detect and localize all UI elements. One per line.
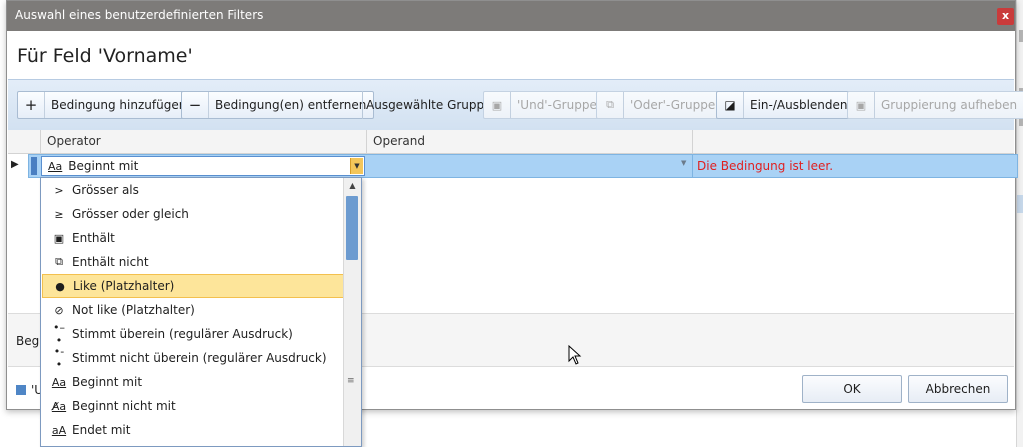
operand-dropdown-icon[interactable]: ▼ <box>681 159 686 167</box>
toolbar: + Bedingung hinzufügen − Bedingung(en) e… <box>8 79 1023 131</box>
column-header-operand[interactable]: Operand <box>366 130 692 153</box>
selected-group-label: Ausgewählte Gruppe: <box>366 98 496 112</box>
chevron-down-icon[interactable]: ▼ <box>350 158 363 174</box>
ends-with-icon: aA <box>51 423 67 437</box>
grid-header: Operator Operand <box>8 130 1014 154</box>
not-contains-icon: ⧉ <box>55 255 63 268</box>
add-condition-label: Bedingung hinzufügen <box>51 98 187 112</box>
dropdown-item-label: Enthält nicht <box>72 255 149 269</box>
column-header-status <box>692 130 1014 153</box>
dropdown-item-label: Grösser als <box>72 183 139 197</box>
ok-button[interactable]: OK <box>802 375 902 403</box>
dropdown-item-not-contains[interactable]: ⧉ Enthält nicht <box>42 250 344 274</box>
not-begins-with-icon: A̸a <box>51 399 67 413</box>
dropdown-item-ends-with[interactable]: aA Endet mit <box>42 418 344 442</box>
row-handle[interactable] <box>31 157 37 175</box>
or-group-icon: ⧉ <box>597 92 624 118</box>
close-button[interactable]: x <box>997 8 1014 25</box>
dropdown-item-like[interactable]: ● Like (Platzhalter) <box>42 274 344 298</box>
dropdown-item-greater-than[interactable]: > Grösser als <box>42 178 344 202</box>
remove-condition-button[interactable]: − Bedingung(en) entfernen <box>181 91 375 119</box>
toolbar-separator <box>362 91 363 119</box>
dropdown-item-matches-regex[interactable]: •–• Stimmt überein (regulärer Ausdruck) <box>42 321 344 347</box>
toggle-button[interactable]: ◪ Ein-/Ausblenden <box>716 91 856 119</box>
remove-condition-label: Bedingung(en) entfernen <box>215 98 367 112</box>
background-mark <box>1019 30 1023 42</box>
begins-with-icon: Aa <box>48 159 63 173</box>
dropdown-item-label: Beginnt mit <box>72 375 143 389</box>
dropdown-item-label: Stimmt nicht überein (regulärer Ausdruck… <box>72 351 327 365</box>
column-separator <box>692 154 693 178</box>
contains-icon: ▣ <box>53 231 65 245</box>
dropdown-item-not-like[interactable]: ⊘ Not like (Platzhalter) <box>42 298 344 322</box>
background-highlight <box>1017 195 1023 213</box>
operator-dropdown-list: > Grösser als ≥ Grösser oder gleich ▣ En… <box>40 177 362 447</box>
dropdown-item-label: Grösser oder gleich <box>72 207 189 221</box>
ungroup-label: Gruppierung aufheben <box>881 98 1018 112</box>
legend-swatch <box>16 385 26 395</box>
dropdown-item-label: Stimmt überein (regulärer Ausdruck) <box>72 327 293 341</box>
dropdown-item-label: Endet mit <box>72 423 131 437</box>
dropdown-item-greater-or-equal[interactable]: ≥ Grösser oder gleich <box>42 202 344 226</box>
and-group-icon: ▣ <box>484 92 511 118</box>
regex-match-icon: •–• <box>53 321 65 347</box>
dropdown-item-begins-with[interactable]: Aa Beginnt mit <box>42 370 344 394</box>
scroll-grip-icon: ≡ <box>347 376 355 386</box>
not-like-icon: ⊘ <box>54 303 64 317</box>
dropdown-item-label: Enthält <box>72 231 115 245</box>
dropdown-item-label: Not like (Platzhalter) <box>72 303 195 317</box>
cancel-button[interactable]: Abbrechen <box>908 375 1008 403</box>
toggle-icon: ◪ <box>717 92 744 118</box>
or-group-button[interactable]: ⧉ 'Oder'-Gruppe <box>596 91 724 119</box>
greater-than-icon: > <box>54 183 64 197</box>
like-icon: ● <box>55 279 65 293</box>
or-group-label: 'Oder'-Gruppe <box>630 98 716 112</box>
operator-combobox[interactable]: Aa Beginnt mit ▼ <box>41 156 365 176</box>
page-title: Für Feld 'Vorname' <box>17 45 193 67</box>
titlebar: Auswahl eines benutzerdefinierten Filter… <box>7 1 1015 31</box>
regex-not-match-icon: •-• <box>53 345 65 371</box>
dropdown-item-label: Beginnt nicht mit <box>72 399 176 413</box>
and-group-label: 'Und'-Gruppe <box>517 98 597 112</box>
dropdown-item-not-begins-with[interactable]: A̸a Beginnt nicht mit <box>42 394 344 418</box>
mouse-cursor-icon <box>568 344 582 365</box>
row-indicator-icon: ▶ <box>11 159 19 170</box>
minus-icon: − <box>182 92 209 118</box>
condition-row[interactable]: ▶ Aa Beginnt mit ▼ ▼ Die Bedingung ist l… <box>8 154 1018 178</box>
scroll-up-icon[interactable]: ▲ <box>344 178 361 194</box>
ungroup-button[interactable]: ▣ Gruppierung aufheben <box>847 91 1023 119</box>
and-group-button[interactable]: ▣ 'Und'-Gruppe <box>483 91 605 119</box>
operator-value: Beginnt mit <box>68 159 139 173</box>
add-condition-button[interactable]: + Bedingung hinzufügen <box>17 91 195 119</box>
toggle-label: Ein-/Ausblenden <box>750 98 848 112</box>
greater-or-equal-icon: ≥ <box>54 207 64 221</box>
begins-with-icon: Aa <box>51 375 67 389</box>
condition-error: Die Bedingung ist leer. <box>697 159 834 173</box>
ungroup-icon: ▣ <box>848 92 875 118</box>
window-title: Auswahl eines benutzerdefinierten Filter… <box>15 8 264 22</box>
dropdown-item-label: Like (Platzhalter) <box>73 279 175 293</box>
background-window-strip <box>1016 0 1023 447</box>
dropdown-item-contains[interactable]: ▣ Enthält <box>42 226 344 250</box>
column-header-operator[interactable]: Operator <box>40 130 366 153</box>
dropdown-scrollbar[interactable]: ▲ ≡ <box>343 178 361 446</box>
dropdown-item-not-matches-regex[interactable]: •-• Stimmt nicht überein (regulärer Ausd… <box>42 345 344 371</box>
plus-icon: + <box>18 92 45 118</box>
scrollbar-thumb[interactable] <box>346 196 358 260</box>
